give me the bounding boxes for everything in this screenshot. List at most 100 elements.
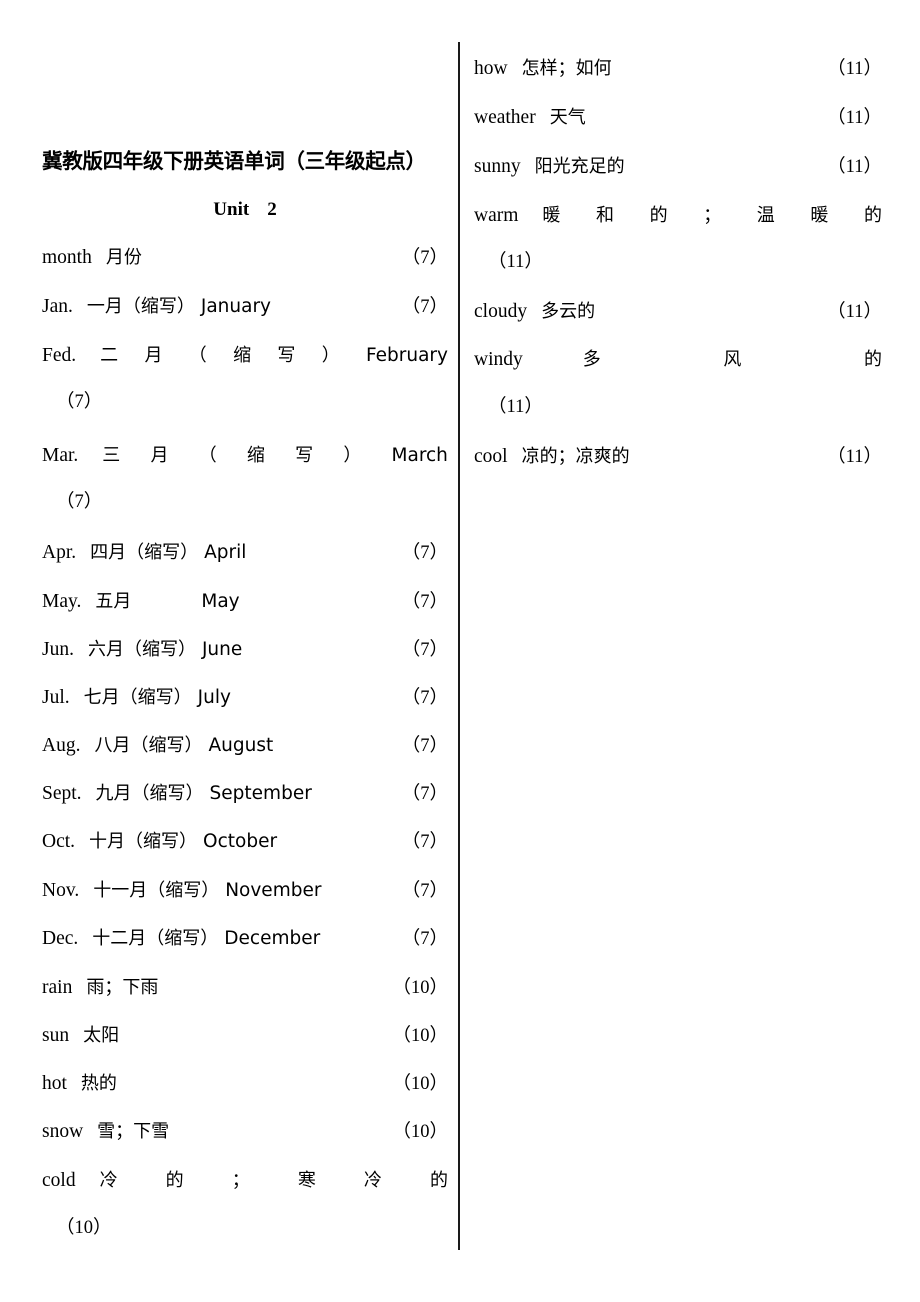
- entry-gloss: 暖 和 的 ； 温 暖 的: [518, 207, 882, 225]
- vocabulary-entry: Sept. 九月（缩写） September （7）: [42, 784, 448, 804]
- entry-term: sun: [42, 1025, 70, 1046]
- vocabulary-entry: Oct. 十月（缩写） October （7）: [42, 832, 448, 852]
- entry-term: weather: [474, 107, 536, 128]
- page-reference: （7）: [401, 543, 448, 563]
- page-reference: （7）: [401, 784, 448, 804]
- entry-term: how: [474, 58, 508, 79]
- entry-latin: December: [224, 928, 321, 949]
- gloss-char: 的: [165, 1170, 184, 1191]
- entry-term: Jul.: [42, 687, 70, 708]
- gloss-char: 冷: [363, 1170, 382, 1191]
- vocabulary-entry: sunny 阳光充足的 （11）: [474, 157, 882, 177]
- entry-gloss: 阳光充足的: [534, 156, 625, 177]
- entry-gloss: 一月（缩写）: [86, 296, 195, 317]
- entry-term: cold: [42, 1170, 76, 1191]
- vocabulary-entry: （7）: [42, 493, 102, 512]
- page-reference: （11）: [827, 108, 882, 128]
- vocabulary-entry: （11）: [474, 253, 543, 272]
- vocabulary-entry: Nov. 十一月（缩写） November （7）: [42, 881, 448, 901]
- entry-gloss: 凉的；凉爽的: [521, 446, 630, 467]
- entry-term: windy: [474, 349, 523, 370]
- gloss-char: 和: [596, 205, 614, 226]
- entry-term: sunny: [474, 156, 521, 177]
- entry-term: warm: [474, 205, 519, 226]
- entry-gloss: 太阳: [83, 1025, 120, 1046]
- vocabulary-entry: （10）: [42, 1219, 112, 1238]
- entry-term: Mar.: [42, 445, 79, 466]
- gloss-char: （: [188, 345, 207, 366]
- unit-heading: Unit 2: [42, 200, 448, 219]
- entry-gloss: 热的: [80, 1073, 117, 1094]
- page-reference: （11）: [488, 252, 543, 272]
- unit-label: Unit: [213, 199, 250, 220]
- vocabulary-entry: Jun. 六月（缩写） June （7）: [42, 640, 448, 660]
- vocabulary-entry: cool 凉的；凉爽的 （11）: [474, 447, 882, 467]
- page-reference: （7）: [401, 929, 448, 949]
- entry-term: Oct.: [42, 831, 76, 852]
- entry-term: cloudy: [474, 301, 528, 322]
- vocabulary-entry: how 怎样；如何 （11）: [474, 59, 882, 79]
- gloss-char: 的: [864, 349, 882, 370]
- page-reference: （7）: [401, 248, 448, 268]
- vocabulary-entry: month 月份 （7）: [42, 248, 448, 268]
- vocabulary-entry: Apr. 四月（缩写） April （7）: [42, 543, 448, 563]
- gloss-char: （: [198, 445, 217, 466]
- entry-term: rain: [42, 977, 73, 998]
- page-reference: （10）: [392, 1074, 448, 1094]
- entry-gloss: 十一月（缩写）: [93, 880, 220, 901]
- vocabulary-entry: rain 雨；下雨 （10）: [42, 978, 448, 998]
- gloss-char: 冷: [99, 1170, 118, 1191]
- entry-gloss: 天气: [549, 107, 586, 128]
- page-reference: （11）: [827, 157, 882, 177]
- vocabulary-entry: Mar. 三 月 （ 缩 写 ） March: [42, 446, 448, 466]
- entry-gloss: 十月（缩写）: [89, 831, 198, 852]
- gloss-char: 的: [429, 1170, 448, 1191]
- entry-gloss: 二 月 （ 缩 写 ） February: [76, 345, 448, 366]
- vocabulary-entry: sun 太阳 （10）: [42, 1026, 448, 1046]
- vocabulary-entry: Aug. 八月（缩写） August （7）: [42, 736, 448, 756]
- page-reference: （7）: [401, 688, 448, 708]
- entry-latin: November: [225, 880, 322, 901]
- entry-latin: February: [366, 345, 448, 366]
- vocabulary-entry: （7）: [42, 393, 102, 412]
- vocabulary-entry: windy 多 风 的: [474, 350, 882, 370]
- gloss-char: 暖: [542, 205, 561, 226]
- page-reference: （11）: [827, 59, 882, 79]
- page-reference: （7）: [401, 640, 448, 660]
- page-reference: （11）: [827, 447, 882, 467]
- entry-term: Jun.: [42, 639, 74, 660]
- vocabulary-entry: Dec. 十二月（缩写） December （7）: [42, 929, 448, 949]
- entry-term: month: [42, 247, 92, 268]
- entry-term: hot: [42, 1073, 67, 1094]
- page-reference: （7）: [401, 881, 448, 901]
- page-reference: （7）: [401, 736, 448, 756]
- gloss-char: 月: [150, 445, 169, 466]
- page-reference: （10）: [392, 1122, 448, 1142]
- vocabulary-entry: cold 冷 的 ； 寒 冷 的: [42, 1171, 448, 1191]
- vocabulary-entry: cloudy 多云的 （11）: [474, 302, 882, 322]
- gloss-char: 缩: [233, 345, 252, 366]
- vocabulary-entry: weather 天气 （11）: [474, 108, 882, 128]
- page-reference: （10）: [56, 1218, 112, 1238]
- page-reference: （10）: [392, 978, 448, 998]
- entry-term: May.: [42, 591, 82, 612]
- gloss-char: ）: [343, 445, 362, 466]
- gloss-char: 的: [649, 205, 668, 226]
- vocabulary-entry: Fed. 二 月 （ 缩 写 ） February: [42, 346, 448, 366]
- entry-gloss: 多云的: [541, 301, 596, 322]
- document-page: 冀教版四年级下册英语单词（三年级起点） Unit 2 month 月份 （7） Jan.…: [0, 0, 920, 1302]
- entry-gloss: 雪；下雪: [97, 1121, 170, 1142]
- entry-latin: May: [201, 591, 240, 612]
- entry-term: Apr.: [42, 542, 77, 563]
- page-reference: （11）: [488, 397, 543, 417]
- vocabulary-entry: May. 五月 May （7）: [42, 592, 448, 612]
- unit-number: 2: [267, 199, 277, 220]
- entry-term: Sept.: [42, 783, 82, 804]
- entry-gloss: 四月（缩写）: [90, 542, 199, 563]
- vocabulary-entry: （11）: [474, 398, 543, 417]
- entry-gloss: 雨；下雨: [86, 977, 159, 998]
- gloss-char: 的: [863, 205, 882, 226]
- page-reference: （7）: [401, 832, 448, 852]
- entry-latin: October: [203, 831, 278, 852]
- gloss-char: ）: [321, 345, 340, 366]
